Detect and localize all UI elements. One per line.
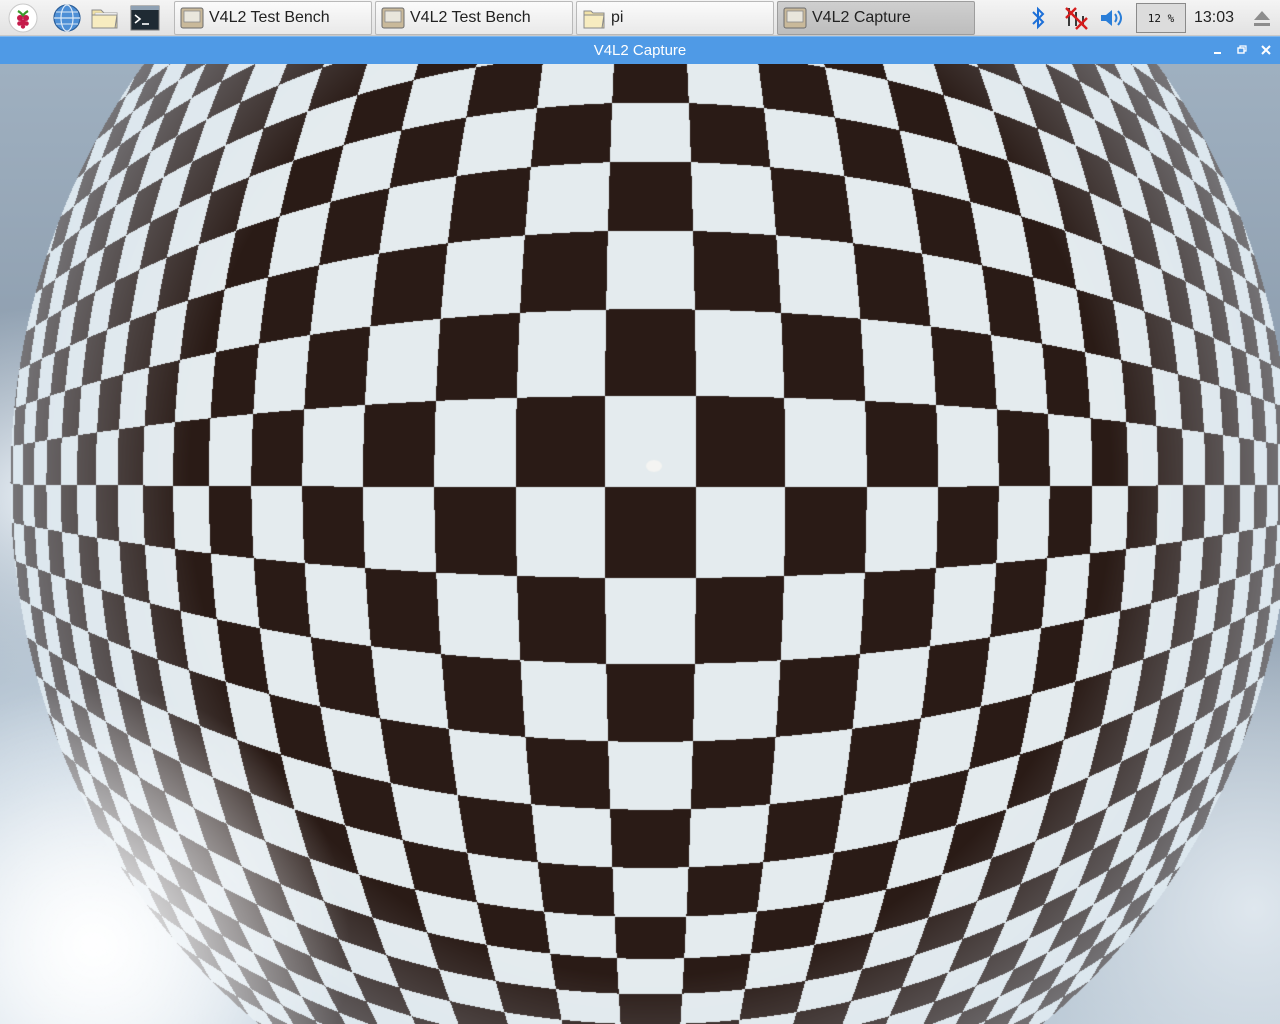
maximize-icon — [1237, 45, 1247, 54]
taskbar: V4L2 Test Bench V4L2 Test Bench pi V4L2 … — [0, 0, 1280, 36]
cpu-monitor[interactable]: 12 % — [1136, 3, 1186, 33]
maximize-button[interactable] — [1233, 41, 1251, 59]
task-label: V4L2 Test Bench — [410, 9, 531, 26]
raspberry-menu-icon[interactable] — [6, 2, 40, 34]
window-title: V4L2 Capture — [593, 42, 687, 59]
volume-icon[interactable] — [1098, 4, 1126, 32]
close-icon — [1261, 45, 1271, 55]
window-titlebar[interactable]: V4L2 Capture — [0, 36, 1280, 64]
network-disconnected-icon[interactable] — [1062, 4, 1090, 32]
cpu-usage-label: 12 % — [1147, 11, 1175, 25]
minimize-button[interactable] — [1209, 41, 1227, 59]
eject-icon[interactable] — [1250, 6, 1274, 30]
task-label: V4L2 Test Bench — [209, 9, 330, 26]
task-button-test-bench-1[interactable]: V4L2 Test Bench — [174, 1, 372, 35]
web-browser-icon[interactable] — [50, 2, 84, 34]
fisheye-checkerboard-frame — [0, 64, 1280, 1024]
bluetooth-icon[interactable] — [1024, 4, 1052, 32]
file-manager-icon[interactable] — [88, 2, 122, 34]
camera-capture-view — [0, 64, 1280, 1024]
clock[interactable]: 13:03 — [1192, 0, 1236, 36]
task-button-test-bench-2[interactable]: V4L2 Test Bench — [375, 1, 573, 35]
task-button-pi-folder[interactable]: pi — [576, 1, 774, 35]
task-label: pi — [611, 9, 624, 26]
close-button[interactable] — [1257, 41, 1275, 59]
task-label: V4L2 Capture — [812, 9, 911, 26]
app-window-icon — [180, 7, 204, 29]
folder-icon — [583, 10, 605, 29]
task-button-v4l2-capture[interactable]: V4L2 Capture — [777, 1, 975, 35]
app-window-icon — [381, 7, 405, 29]
terminal-icon[interactable] — [128, 2, 162, 34]
app-window-icon — [783, 7, 807, 29]
minimize-icon — [1214, 52, 1221, 54]
